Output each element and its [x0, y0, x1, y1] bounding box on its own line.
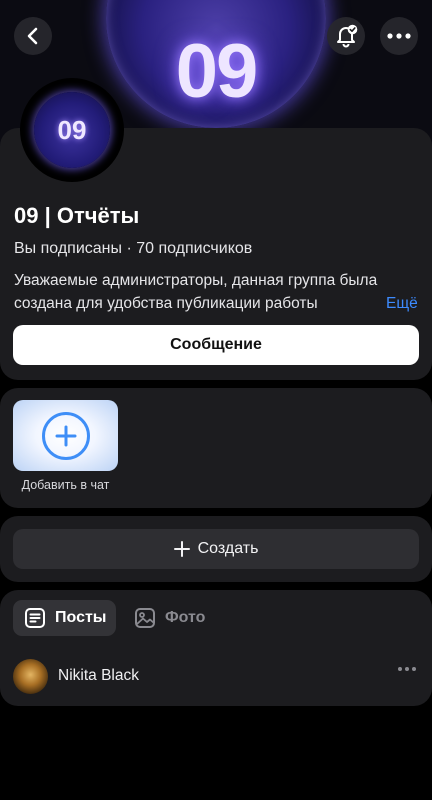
back-icon [27, 27, 38, 45]
add-to-chat-label: Добавить в чат [21, 478, 110, 492]
more-icon [387, 33, 411, 39]
group-title: 09 | Отчёты [14, 203, 140, 228]
post-author-name[interactable]: Nikita Black [58, 667, 139, 685]
more-icon[interactable] [397, 666, 417, 672]
more-options-button[interactable] [380, 17, 418, 55]
posts-icon [25, 608, 45, 628]
post-header: Nikita Black [13, 658, 419, 694]
tab-photo[interactable]: Фото [134, 600, 205, 636]
create-label: Создать [197, 540, 259, 557]
back-button[interactable] [14, 17, 52, 55]
create-button[interactable]: Создать [13, 529, 419, 569]
description-more-link[interactable]: Ещё [386, 292, 418, 315]
tab-posts[interactable]: Посты [13, 600, 116, 636]
notifications-button[interactable] [327, 17, 365, 55]
notifications-bell-icon [337, 24, 358, 48]
message-button[interactable]: Сообщение [13, 325, 419, 365]
author-avatar[interactable] [13, 658, 48, 694]
subscription-status[interactable]: Вы подписаны · 70 подписчиков [14, 240, 252, 258]
cover-number: 09 [175, 29, 259, 114]
group-description: Уважаемые администраторы, данная группа … [14, 272, 378, 312]
tab-photo-label: Фото [165, 609, 206, 626]
add-to-chat-tile[interactable] [13, 400, 118, 471]
add-circle [41, 411, 90, 460]
plus-icon [55, 425, 76, 446]
group-avatar-image: 09 [34, 92, 110, 168]
group-avatar[interactable]: 09 [20, 78, 124, 182]
tab-posts-label: Посты [55, 609, 107, 626]
photo-icon [135, 608, 155, 628]
plus-icon [173, 541, 190, 557]
